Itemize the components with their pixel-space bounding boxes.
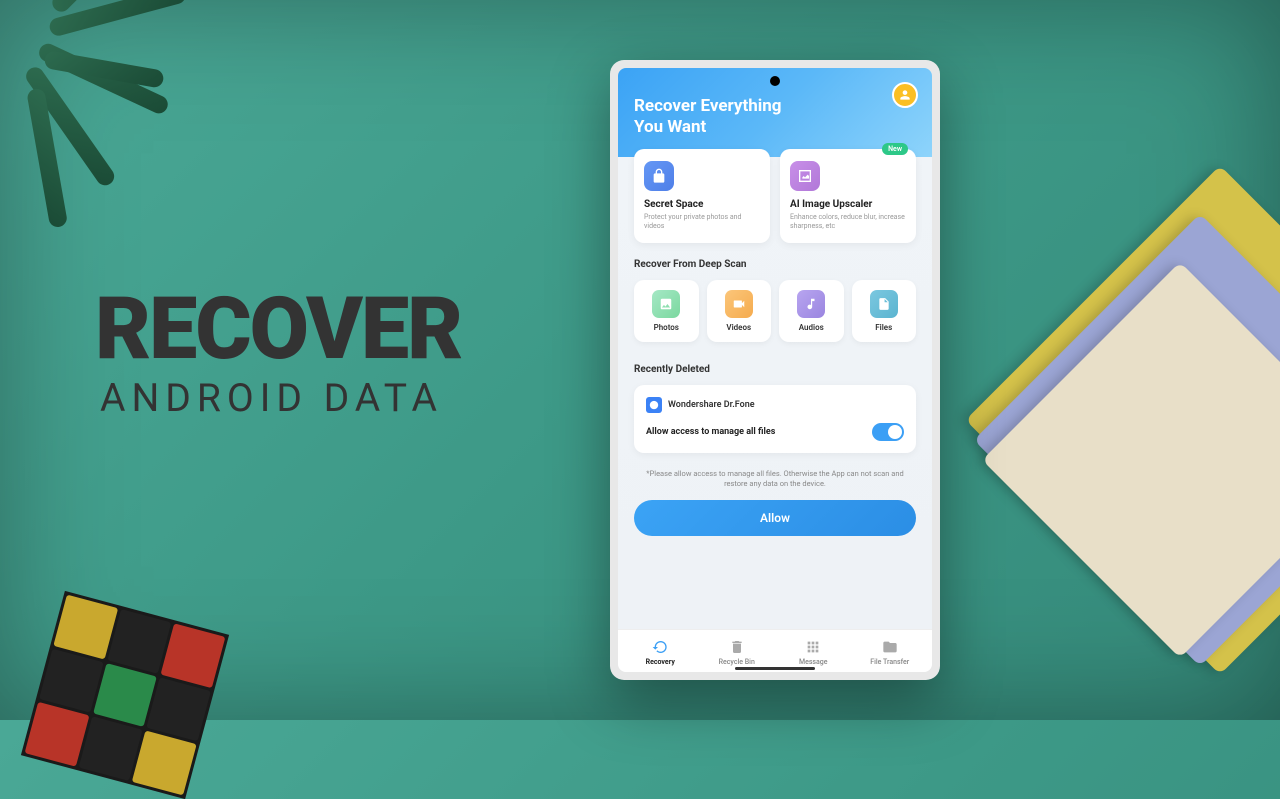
promo-text: RECOVER ANDROID DATA: [95, 290, 461, 421]
transfer-icon: [881, 638, 899, 656]
promo-sub: ANDROID DATA: [100, 375, 461, 421]
rubiks-cube-decoration: [21, 591, 229, 799]
header-title: Recover Everything You Want: [634, 96, 916, 139]
camera-dot: [770, 76, 780, 86]
photo-icon: [652, 290, 680, 318]
section-title: Recover From Deep Scan: [634, 259, 916, 270]
lock-icon: [644, 161, 674, 191]
file-icon: [870, 290, 898, 318]
scan-videos[interactable]: Videos: [707, 280, 772, 342]
nav-file-transfer[interactable]: File Transfer: [852, 638, 929, 666]
app-name: Wondershare Dr.Fone: [668, 400, 755, 410]
plant-decoration: [0, 0, 240, 220]
recovery-icon: [651, 638, 669, 656]
video-icon: [725, 290, 753, 318]
ai-upscaler-card[interactable]: New AI Image Upscaler Enhance colors, re…: [780, 149, 916, 243]
home-indicator: [735, 667, 815, 670]
permission-toggle[interactable]: [872, 423, 904, 441]
app-icon: [646, 397, 662, 413]
card-title: Secret Space: [644, 199, 760, 210]
scan-photos[interactable]: Photos: [634, 280, 699, 342]
allow-button[interactable]: Allow: [634, 500, 916, 536]
nav-recovery[interactable]: Recovery: [622, 638, 699, 666]
profile-button[interactable]: [892, 82, 918, 108]
promo-main: RECOVER: [95, 290, 461, 367]
notebooks-decoration: [960, 200, 1280, 620]
user-icon: [898, 88, 912, 102]
permission-note: *Please allow access to manage all files…: [618, 461, 932, 500]
nav-message[interactable]: Message: [775, 638, 852, 666]
scan-files[interactable]: Files: [852, 280, 917, 342]
bottom-nav: Recovery Recycle Bin Message File Transf…: [618, 629, 932, 672]
permission-text: Allow access to manage all files: [646, 427, 775, 437]
recently-deleted-section: Recently Deleted: [618, 348, 932, 375]
permission-box: Wondershare Dr.Fone Allow access to mana…: [634, 385, 916, 453]
recycle-icon: [728, 638, 746, 656]
new-badge: New: [882, 143, 908, 155]
scan-audios[interactable]: Audios: [779, 280, 844, 342]
card-desc: Protect your private photos and videos: [644, 213, 760, 231]
card-title: AI Image Upscaler: [790, 199, 906, 210]
secret-space-card[interactable]: Secret Space Protect your private photos…: [634, 149, 770, 243]
section-title: Recently Deleted: [634, 364, 916, 375]
nav-recycle-bin[interactable]: Recycle Bin: [699, 638, 776, 666]
deep-scan-section: Recover From Deep Scan Photos Videos Aud…: [618, 243, 932, 348]
message-icon: [804, 638, 822, 656]
phone-frame: Recover Everything You Want Secret Space…: [610, 60, 940, 680]
card-desc: Enhance colors, reduce blur, increase sh…: [790, 213, 906, 231]
upscale-icon: [790, 161, 820, 191]
phone-screen: Recover Everything You Want Secret Space…: [618, 68, 932, 672]
audio-icon: [797, 290, 825, 318]
feature-cards-row: Secret Space Protect your private photos…: [618, 149, 932, 243]
